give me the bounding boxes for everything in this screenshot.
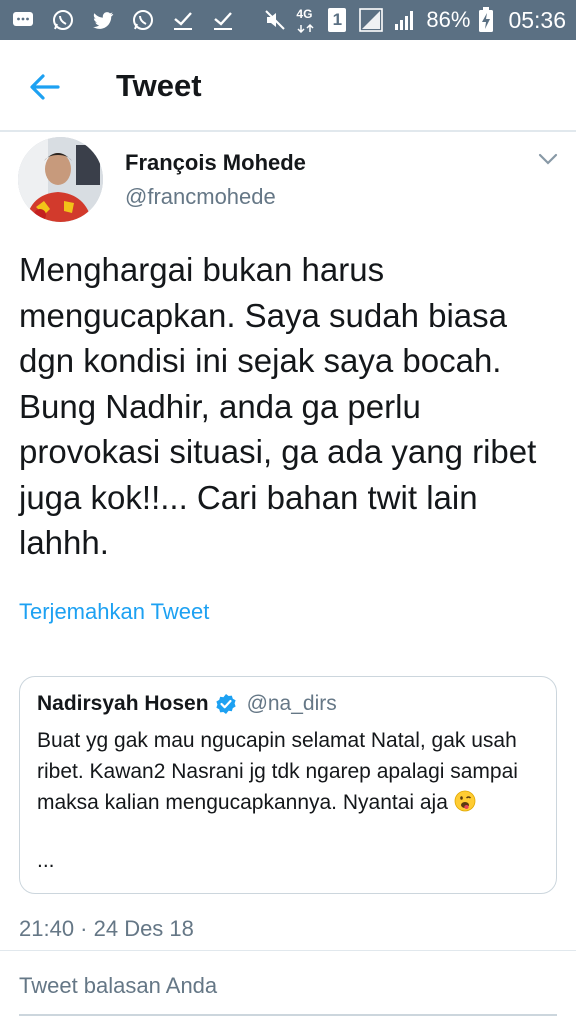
avatar[interactable]	[18, 137, 103, 222]
twitter-icon	[90, 7, 116, 33]
clock: 05:36	[508, 6, 566, 33]
quoted-tweet-ellipsis: ...	[37, 849, 55, 872]
battery-charging-icon	[478, 7, 494, 33]
translate-tweet-link[interactable]: Terjemahkan Tweet	[19, 599, 209, 625]
reply-input-underline	[19, 1014, 557, 1016]
quoted-tweet[interactable]: Nadirsyah Hosen @na_dirs Buat yg gak mau…	[19, 676, 557, 894]
page-title: Tweet	[116, 68, 202, 103]
battery-percent: 86%	[426, 7, 471, 32]
quoted-author-handle: @na_dirs	[246, 692, 337, 715]
winking-tongue-emoji-icon	[454, 790, 476, 812]
whatsapp-icon	[50, 7, 76, 33]
tweet-timestamp: 21:40 · 24 Des 18	[19, 916, 194, 941]
app-header: Tweet	[0, 40, 576, 132]
download-done-icon	[210, 7, 236, 33]
verified-badge-icon	[215, 693, 237, 715]
tweet-text: Menghargai bukan harus mengucapkan. Saya…	[19, 251, 537, 561]
quoted-tweet-text: Buat yg gak mau ngucapin selamat Natal, …	[37, 729, 518, 814]
chat-bubble-icon	[10, 7, 36, 33]
signal-icon	[358, 7, 384, 33]
back-arrow-icon[interactable]	[28, 72, 62, 102]
chevron-down-icon[interactable]	[537, 152, 559, 166]
author-name[interactable]: François Mohede	[125, 150, 306, 176]
sim-icon: 1	[324, 7, 350, 33]
network-4g-icon: 4G	[296, 7, 316, 33]
reply-input[interactable]: Tweet balasan Anda	[19, 973, 217, 999]
whatsapp-icon	[130, 7, 156, 33]
signal-icon	[392, 7, 418, 33]
status-bar: 4G 1 86% 05:36	[0, 0, 576, 40]
mute-icon	[262, 7, 288, 33]
quoted-author-name: Nadirsyah Hosen	[37, 692, 209, 715]
download-done-icon	[170, 7, 196, 33]
author-handle[interactable]: @francmohede	[125, 184, 276, 210]
divider	[0, 950, 576, 951]
